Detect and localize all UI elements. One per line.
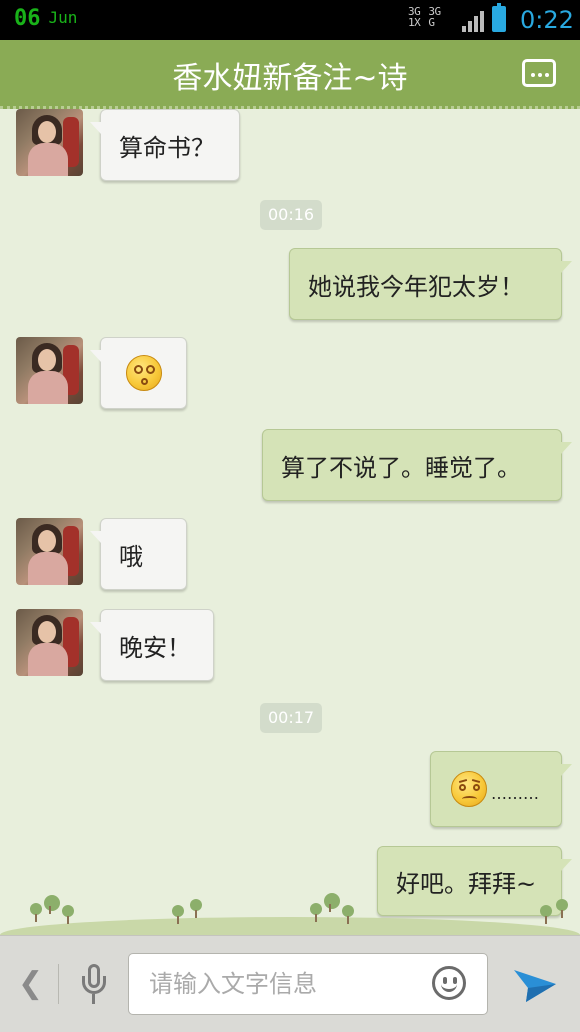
- message-bubble-received[interactable]: 算命书？: [90, 109, 240, 181]
- microphone-icon[interactable]: [80, 964, 108, 1008]
- contact-avatar[interactable]: [16, 337, 83, 404]
- contact-avatar[interactable]: [16, 109, 83, 176]
- message-text: ………: [491, 783, 539, 803]
- dizzy-emoji-icon: [125, 355, 162, 391]
- worried-emoji-icon: [451, 771, 487, 807]
- message-bubble-received[interactable]: 晚安！: [90, 609, 214, 681]
- message-text: 算命书？: [119, 133, 215, 162]
- message-bubble-received[interactable]: [90, 337, 187, 409]
- chevron-left-icon[interactable]: ❮: [18, 966, 43, 1001]
- network-type-indicator: 3G 3G 1X G: [408, 5, 441, 29]
- message-bubble-sent[interactable]: 她说我今年犯太岁！: [289, 248, 572, 320]
- message-text: 哦: [119, 542, 143, 571]
- message-list[interactable]: 算命书？ 00:16 她说我今年犯太岁！ 算了不说了。睡觉了。 哦 晚安！ 00…: [0, 109, 580, 935]
- message-bubble-received[interactable]: 哦: [90, 518, 187, 590]
- background-scenery: [0, 885, 580, 935]
- signal-icon: [462, 10, 484, 32]
- message-timestamp: 00:17: [260, 703, 323, 733]
- divider: [58, 964, 59, 1004]
- chat-header: 香水妞新备注~诗: [0, 40, 580, 109]
- smiley-icon[interactable]: [432, 966, 466, 1000]
- status-bar: 06 Jun 3G 3G 1X G 0:22: [0, 0, 580, 40]
- send-icon[interactable]: [512, 962, 558, 1006]
- status-date: 06 Jun: [14, 6, 77, 31]
- message-timestamp: 00:16: [260, 200, 323, 230]
- input-bar: ❮ 请输入文字信息: [0, 935, 580, 1032]
- chat-title: 香水妞新备注~诗: [172, 61, 408, 96]
- contact-avatar[interactable]: [16, 518, 83, 585]
- contact-avatar[interactable]: [16, 609, 83, 676]
- message-bubble-sent[interactable]: ………: [430, 751, 572, 827]
- status-day: 06: [14, 6, 41, 31]
- message-bubble-sent[interactable]: 算了不说了。睡觉了。: [262, 429, 572, 501]
- status-month: Jun: [48, 8, 78, 27]
- battery-icon: [492, 3, 506, 32]
- message-text: 她说我今年犯太岁！: [308, 272, 524, 301]
- more-dots-icon[interactable]: [522, 59, 556, 87]
- status-time: 0:22: [520, 6, 574, 34]
- message-text: 算了不说了。睡觉了。: [281, 453, 521, 482]
- message-text: 晚安！: [119, 633, 191, 662]
